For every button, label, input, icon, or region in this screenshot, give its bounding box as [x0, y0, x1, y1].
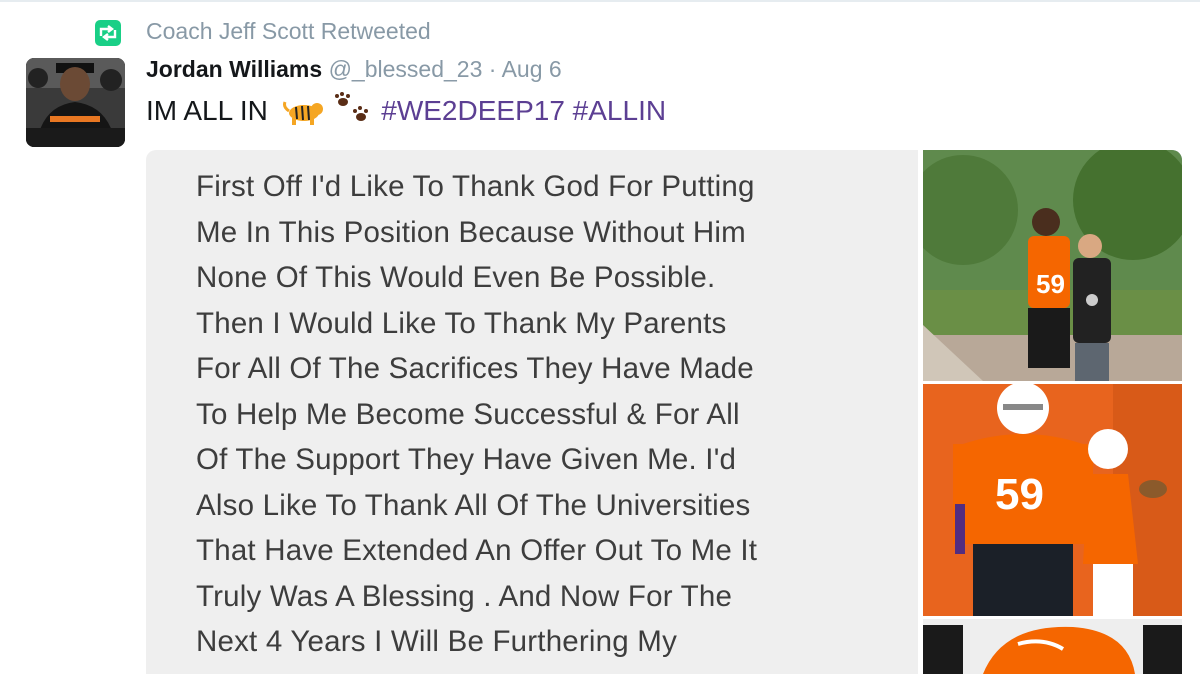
retweet-icon: [95, 20, 121, 46]
hashtag-link[interactable]: #ALLIN: [573, 95, 666, 126]
author-handle[interactable]: @_blessed_23: [329, 56, 483, 82]
note-line: Next 4 Years I Will Be Furthering My: [196, 625, 678, 658]
avatar[interactable]: [26, 58, 125, 147]
note-line: First Off I'd Like To Thank God For Putt…: [196, 170, 755, 203]
note-line: That Have Extended An Offer Out To Me It: [196, 534, 758, 567]
separator-dot: ·: [488, 56, 497, 82]
tiger-emoji-icon: [282, 98, 324, 126]
tweet-header: Jordan Williams @_blessed_23 · Aug 6: [146, 56, 562, 83]
photo-uniform[interactable]: 59: [923, 384, 1182, 616]
note-line: Then I Would Like To Thank My Parents: [196, 306, 727, 340]
notes-text: First Off I'd Like To Thank God For Putt…: [196, 164, 757, 665]
media-gallery[interactable]: First Off I'd Like To Thank God For Putt…: [146, 150, 1182, 674]
note-line: Me In This Position Because Without Him: [196, 215, 746, 249]
photo-outdoor[interactable]: 59: [923, 150, 1182, 381]
retweeted-by-link[interactable]: Coach Jeff Scott Retweeted: [146, 18, 431, 45]
author-name[interactable]: Jordan Williams: [146, 56, 322, 82]
photo-helmet[interactable]: [923, 619, 1182, 674]
note-line: Also Like To Thank All Of The Universiti…: [196, 488, 751, 522]
note-line: None Of This Would Even Be Possible.: [196, 261, 716, 294]
note-line: Of The Support They Have Given Me. I'd: [196, 443, 737, 476]
top-divider: [0, 0, 1200, 2]
tweet-timestamp[interactable]: Aug 6: [502, 56, 562, 82]
note-line: To Help Me Become Successful & For All: [196, 397, 740, 431]
paw-prints-emoji-icon: [333, 92, 373, 126]
tweet-text: IM ALL IN #WE2DEEP17 #ALLIN: [146, 92, 666, 127]
jersey-number-uniform: 59: [995, 470, 1044, 519]
notes-screenshot[interactable]: First Off I'd Like To Thank God For Putt…: [146, 150, 918, 674]
tweet-text-prefix: IM ALL IN: [146, 95, 268, 126]
hashtag-link[interactable]: #WE2DEEP17: [381, 95, 565, 126]
jersey-number: 59: [1036, 269, 1065, 299]
note-line: For All Of The Sacrifices They Have Made: [196, 352, 754, 385]
note-line: Truly Was A Blessing . And Now For The: [196, 579, 733, 613]
